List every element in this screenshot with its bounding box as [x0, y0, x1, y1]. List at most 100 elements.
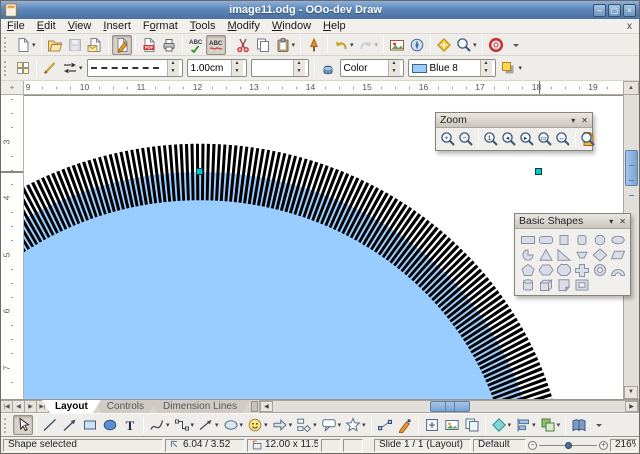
toolbar-options-button[interactable]: [589, 415, 609, 435]
status-slide[interactable]: Slide 1 / 1 (Layout): [374, 439, 471, 452]
callouts-button[interactable]: ▾: [319, 415, 344, 435]
open-button[interactable]: [45, 35, 65, 55]
line-dialog-button[interactable]: [40, 58, 60, 78]
print-button[interactable]: [159, 35, 179, 55]
horizontal-ruler[interactable]: 910111213141516171819: [24, 81, 623, 95]
tab-scroll-previous-button[interactable]: ◀: [13, 400, 25, 413]
shape-frame[interactable]: [573, 277, 591, 292]
tab-scroll-first-button[interactable]: |◀: [1, 400, 13, 413]
shape-hexagon[interactable]: [537, 262, 555, 277]
chevron-down-icon[interactable]: ▾: [508, 421, 512, 429]
chevron-down-icon[interactable]: ▾: [362, 421, 366, 429]
gallery-book-button[interactable]: [569, 415, 589, 435]
tabbar-splitter[interactable]: [251, 401, 258, 412]
ruler-origin[interactable]: +: [1, 81, 24, 95]
line-style-select[interactable]: ▲▼: [87, 59, 183, 77]
edit-file-button[interactable]: [112, 35, 132, 55]
menu-insert[interactable]: Insert: [97, 19, 137, 34]
menu-modify[interactable]: Modify: [221, 19, 265, 34]
line-width-input[interactable]: 1.00cm▲▼: [187, 59, 247, 77]
zoom-in-button[interactable]: +: [599, 441, 608, 450]
chevron-down-icon[interactable]: ▾: [240, 421, 244, 429]
minimize-button[interactable]: –: [593, 4, 606, 17]
tab-dimension-lines[interactable]: Dimension Lines: [150, 400, 250, 413]
display-grid-button[interactable]: [434, 35, 454, 55]
chevron-down-icon[interactable]: ▾: [350, 41, 354, 49]
menu-file[interactable]: File: [1, 19, 31, 34]
edit-points-button[interactable]: [375, 415, 395, 435]
menu-view[interactable]: View: [62, 19, 98, 34]
chevron-down-icon[interactable]: ▾: [609, 217, 613, 226]
auto-spellcheck-button[interactable]: ABC: [206, 35, 226, 55]
zoom-entire-page-button[interactable]: ▭: [536, 130, 554, 148]
menu-format[interactable]: Format: [137, 19, 184, 34]
shadow-button[interactable]: [498, 58, 518, 78]
document-close-button[interactable]: x: [620, 21, 639, 32]
shape-block-arc[interactable]: [609, 262, 627, 277]
area-dialog-button[interactable]: [318, 58, 338, 78]
spinner[interactable]: ▲▼: [480, 60, 492, 76]
chevron-down-icon[interactable]: ▾: [532, 421, 536, 429]
zoom-out-button[interactable]: −: [528, 441, 537, 450]
spinner[interactable]: ▲▼: [167, 60, 179, 76]
shape-rectangle-rounded[interactable]: [537, 232, 555, 247]
chevron-down-icon[interactable]: ▾: [191, 421, 195, 429]
tab-controls[interactable]: Controls: [94, 400, 157, 413]
chevron-down-icon[interactable]: ▾: [571, 116, 575, 125]
curve-button[interactable]: ▾: [147, 415, 172, 435]
shape-isosceles-triangle[interactable]: [537, 247, 555, 262]
block-arrows-button[interactable]: ▾: [270, 415, 295, 435]
document-as-email-button[interactable]: [85, 35, 105, 55]
arrange-button[interactable]: ▾: [538, 415, 563, 435]
redo-button[interactable]: ▾: [356, 35, 381, 55]
toolbar-options-icon[interactable]: ▾: [519, 64, 523, 72]
zoom-slider-thumb[interactable]: [565, 442, 572, 449]
shape-rectangle[interactable]: [519, 232, 537, 247]
export-pdf-button[interactable]: PDF: [139, 35, 159, 55]
horizontal-scrollbar-thumb[interactable]: [430, 401, 470, 412]
selection-handle[interactable]: [535, 168, 542, 175]
zoom-slider[interactable]: − +: [528, 441, 608, 450]
chevron-down-icon[interactable]: ▾: [473, 41, 477, 49]
undo-button[interactable]: ▾: [331, 35, 356, 55]
stars-button[interactable]: ▾: [343, 415, 368, 435]
toolbar-grip[interactable]: [4, 37, 9, 52]
insert-button[interactable]: [422, 415, 442, 435]
zoom-object-button[interactable]: [579, 130, 597, 148]
area-color-select[interactable]: Blue 8▲▼: [408, 59, 496, 77]
status-page-style[interactable]: Default: [473, 439, 526, 452]
menu-help[interactable]: Help: [317, 19, 352, 34]
new-document-button[interactable]: ▾: [13, 35, 38, 55]
paste-button[interactable]: ▾: [273, 35, 298, 55]
flowchart-button[interactable]: ▾: [294, 415, 319, 435]
shape-cube[interactable]: [537, 277, 555, 292]
line-color-select[interactable]: ▲▼: [251, 59, 309, 77]
select-button[interactable]: [13, 415, 33, 435]
close-button[interactable]: ×: [623, 4, 636, 17]
shape-parallelogram[interactable]: [609, 247, 627, 262]
selection-handle[interactable]: [196, 168, 203, 175]
zoom-previous-button[interactable]: ◂: [500, 130, 518, 148]
extrusion-button[interactable]: ▾: [489, 415, 514, 435]
help-button[interactable]: [486, 35, 506, 55]
connector-button[interactable]: ▾: [172, 415, 197, 435]
spellcheck-button[interactable]: ABC: [186, 35, 206, 55]
toolbar-options-button[interactable]: [506, 35, 526, 55]
shape-square[interactable]: [555, 232, 573, 247]
zoom-panel-titlebar[interactable]: Zoom ▾ ✕: [436, 113, 592, 128]
symbol-shapes-button[interactable]: ▾: [245, 415, 270, 435]
lines-arrows-button[interactable]: ▾: [196, 415, 221, 435]
shape-folded-corner[interactable]: [555, 277, 573, 292]
ellipse-button[interactable]: [100, 415, 120, 435]
shape-octagon[interactable]: [555, 262, 573, 277]
shape-square-rounded[interactable]: [573, 232, 591, 247]
shape-circle[interactable]: [591, 232, 609, 247]
zoom-out-button[interactable]: −: [457, 130, 475, 148]
chevron-down-icon[interactable]: ▾: [215, 421, 219, 429]
tab-layout[interactable]: Layout: [42, 400, 101, 413]
line-ends-arrow-button[interactable]: [60, 415, 80, 435]
basic-shapes-button[interactable]: ▾: [221, 415, 246, 435]
basic-shapes-panel-titlebar[interactable]: Basic Shapes ▾ ✕: [515, 214, 630, 229]
vertical-ruler[interactable]: 34567: [1, 95, 24, 399]
menu-edit[interactable]: Edit: [31, 19, 62, 34]
